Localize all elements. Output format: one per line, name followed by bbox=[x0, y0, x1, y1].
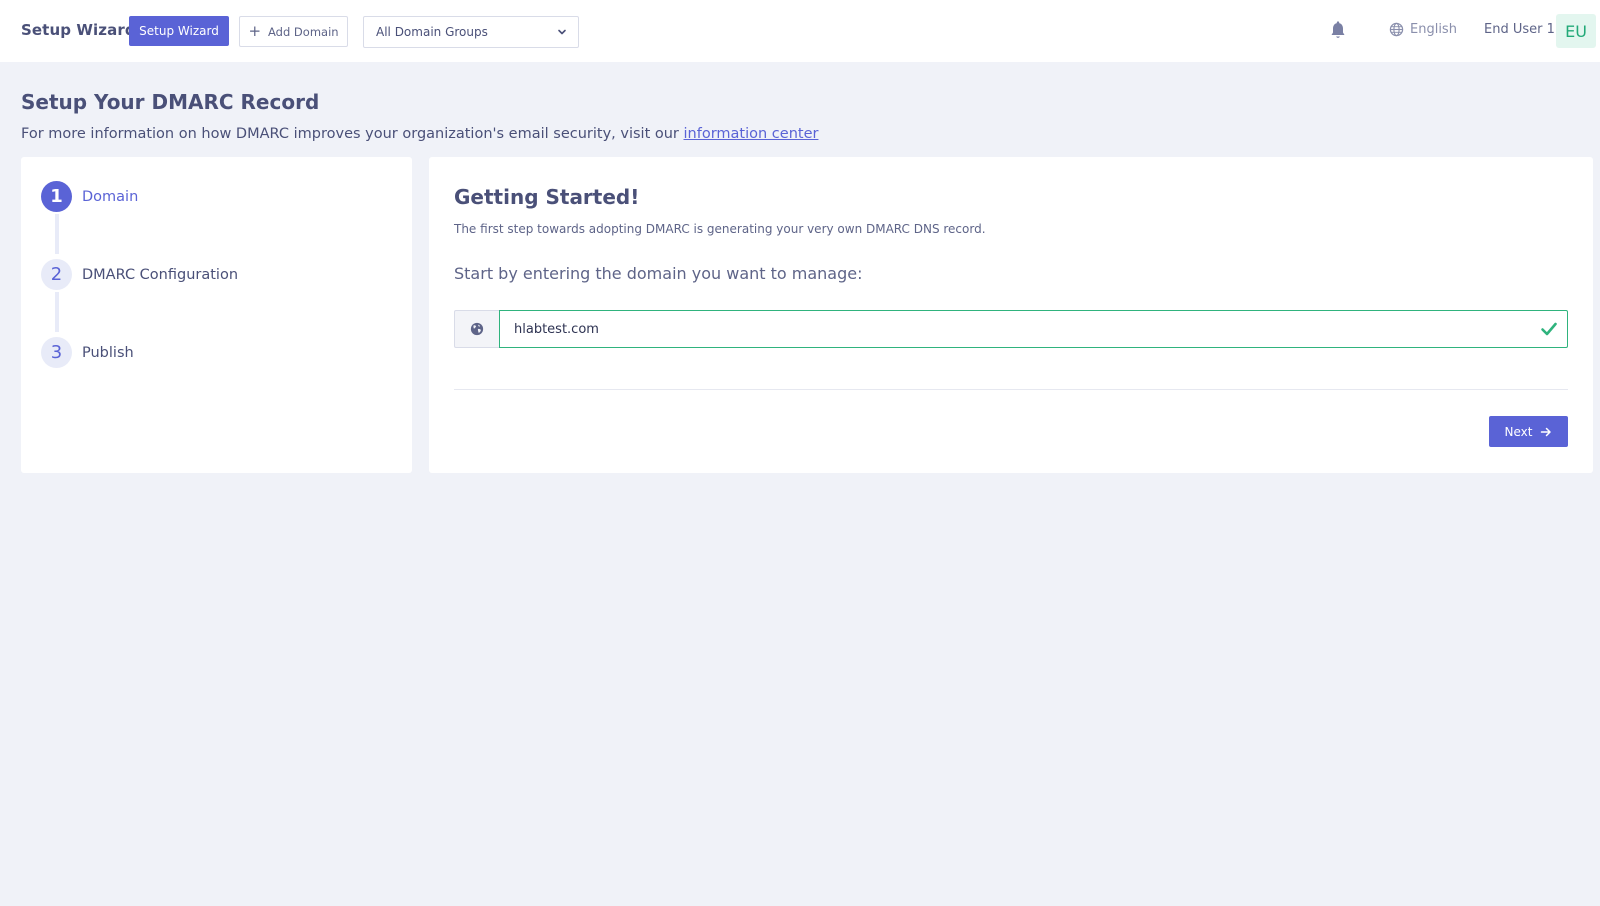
next-button[interactable]: Next bbox=[1489, 416, 1568, 447]
check-icon bbox=[1541, 322, 1557, 336]
bell-icon[interactable] bbox=[1329, 21, 1347, 41]
plus-icon: + bbox=[248, 22, 262, 40]
domain-addon bbox=[454, 310, 499, 348]
setup-wizard-button[interactable]: Setup Wizard bbox=[129, 16, 229, 46]
step-domain[interactable]: 1 Domain bbox=[41, 181, 138, 212]
step-publish[interactable]: 3 Publish bbox=[41, 337, 134, 368]
domain-prompt: Start by entering the domain you want to… bbox=[454, 264, 863, 283]
globe-icon bbox=[1389, 22, 1404, 37]
user-name[interactable]: End User 1 bbox=[1484, 22, 1555, 37]
domain-step-panel: Getting Started! The first step towards … bbox=[429, 157, 1593, 473]
step-connector bbox=[55, 292, 59, 332]
step-connector bbox=[55, 214, 59, 254]
step-number: 3 bbox=[41, 337, 72, 368]
step-number: 2 bbox=[41, 259, 72, 290]
page-subtitle-text: For more information on how DMARC improv… bbox=[21, 126, 684, 142]
add-domain-label: Add Domain bbox=[268, 24, 339, 39]
avatar[interactable]: EU bbox=[1556, 14, 1596, 48]
language-label: English bbox=[1410, 22, 1457, 37]
domain-group-select[interactable]: All Domain Groups bbox=[363, 16, 579, 48]
add-domain-button[interactable]: + Add Domain bbox=[239, 16, 348, 47]
language-switcher[interactable]: English bbox=[1389, 22, 1457, 37]
section-description: The first step towards adopting DMARC is… bbox=[454, 222, 986, 236]
arrow-right-icon bbox=[1541, 427, 1552, 436]
information-center-link[interactable]: information center bbox=[684, 126, 819, 142]
domain-group-selected: All Domain Groups bbox=[376, 25, 488, 39]
divider bbox=[454, 389, 1568, 390]
app-title: Setup Wizard bbox=[21, 21, 136, 39]
next-button-label: Next bbox=[1504, 424, 1533, 439]
wizard-steps-panel: 1 Domain 2 DMARC Configuration 3 Publish bbox=[21, 157, 412, 473]
domain-input-group bbox=[454, 310, 1568, 348]
step-number: 1 bbox=[41, 181, 72, 212]
step-label: Publish bbox=[82, 344, 134, 361]
globe-icon bbox=[470, 322, 484, 336]
domain-input[interactable] bbox=[499, 310, 1568, 348]
section-title: Getting Started! bbox=[454, 185, 640, 209]
step-label: DMARC Configuration bbox=[82, 266, 239, 283]
step-label: Domain bbox=[82, 188, 139, 205]
chevron-down-icon bbox=[558, 29, 566, 35]
page-subtitle: For more information on how DMARC improv… bbox=[21, 126, 818, 142]
top-navbar: Setup Wizard Setup Wizard + Add Domain A… bbox=[0, 0, 1600, 62]
step-dmarc-configuration[interactable]: 2 DMARC Configuration bbox=[41, 259, 238, 290]
page-title: Setup Your DMARC Record bbox=[21, 90, 320, 114]
